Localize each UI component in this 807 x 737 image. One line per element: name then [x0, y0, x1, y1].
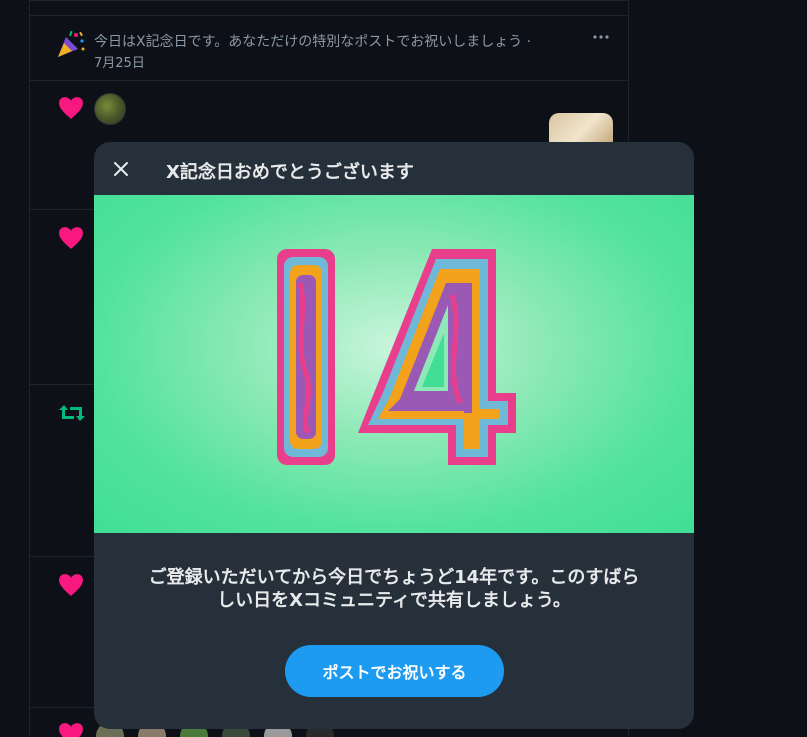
- anniversary-notification[interactable]: 今日はX記念日です。あなただけの特別なポストでお祝いしましょう · 7月25日: [30, 0, 628, 81]
- modal-title: X記念日おめでとうございます: [166, 162, 414, 183]
- party-popper-icon: [58, 30, 85, 57]
- anniversary-message: ご登録いただいてから今日でちょうど14年です。このすばら しい日をXコミュニティ…: [94, 566, 694, 612]
- digit-four-graphic: [358, 249, 516, 465]
- anniversary-hero-image: [94, 195, 694, 533]
- modal-header: X記念日おめでとうございます: [94, 142, 694, 195]
- anniversary-modal: X記念日おめでとうございます ご登録いただいてから今日でちょうど14年です。この…: [94, 142, 694, 729]
- more-horizontal-icon[interactable]: [592, 31, 610, 43]
- post-celebration-button[interactable]: ポストでお祝いする: [285, 645, 504, 697]
- avatar[interactable]: [94, 93, 126, 125]
- digit-one-graphic: [277, 249, 335, 465]
- message-line-1: ご登録いただいてから今日でちょうど14年です。このすばら: [148, 567, 640, 588]
- retweet-icon: [59, 405, 85, 421]
- anniversary-number-graphic: [277, 249, 516, 465]
- notice-text: 今日はX記念日です。あなただけの特別なポストでお祝いしましょう ·: [94, 34, 532, 50]
- message-line-2: しい日をXコミュニティで共有しましょう。: [217, 590, 571, 611]
- heart-icon: [59, 574, 83, 596]
- feed-divider: [30, 1, 628, 16]
- heart-icon: [59, 227, 83, 249]
- notice-date: 7月25日: [94, 56, 145, 71]
- close-icon[interactable]: [108, 156, 134, 182]
- heart-icon: [59, 723, 83, 737]
- heart-icon: [59, 97, 83, 119]
